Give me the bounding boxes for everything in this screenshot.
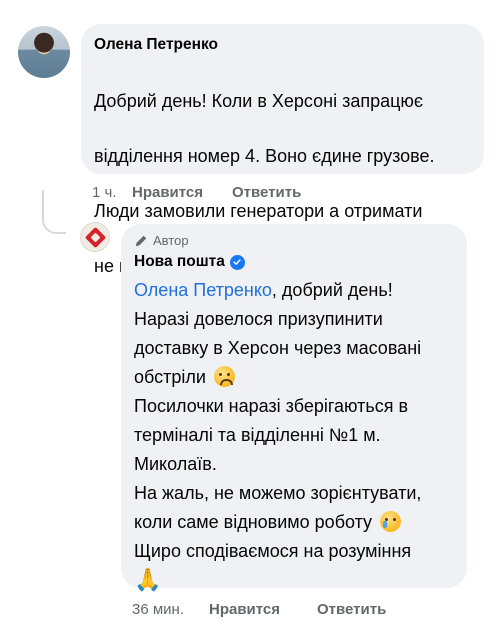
author-badge: Автор xyxy=(134,233,454,249)
reply-author-row: Нова пошта xyxy=(134,252,454,272)
reply-line: Наразі довелося призупинити xyxy=(134,309,383,329)
reply-line: Посилочки наразі зберігаються в xyxy=(134,396,409,416)
comment-bubble: Олена Петренко Добрий день! Коли в Херсо… xyxy=(81,24,484,276)
avatar[interactable] xyxy=(18,26,70,78)
reply-actions: 36 мин. Нравится Ответить xyxy=(132,600,386,620)
mention-link[interactable]: Олена Петренко xyxy=(134,280,272,300)
reply-line: На жаль, не можемо зорієнтувати, xyxy=(134,483,422,503)
disappointed-face-icon xyxy=(213,366,235,387)
reply-line-with-emoji: коли саме відновимо роботу xyxy=(134,508,454,537)
nova-poshta-logo-icon xyxy=(84,226,107,249)
verified-badge-icon xyxy=(229,254,245,270)
avatar[interactable] xyxy=(80,222,110,252)
reply-line-first: Олена Петренко, добрий день! xyxy=(134,276,454,305)
reply-line: Щиро сподіваємося на розуміння xyxy=(134,541,412,561)
reply-author[interactable]: Нова пошта xyxy=(134,252,225,272)
pen-icon xyxy=(135,235,147,247)
reply-line: обстріли xyxy=(134,367,206,387)
like-button[interactable]: Нравится xyxy=(132,183,232,203)
reply-line: Миколаїв. xyxy=(134,454,217,474)
reply-line: терміналі та відділенні №1 м. xyxy=(134,425,381,445)
reply-line: коли саме відновимо роботу xyxy=(134,512,373,532)
like-button[interactable]: Нравится xyxy=(209,600,317,620)
reply-text: Олена Петренко, добрий день! Наразі дове… xyxy=(134,276,454,596)
reply-line: доставку в Херсон через масовані xyxy=(134,338,422,358)
comment-line: відділення номер 4. Воно єдине грузове. xyxy=(94,145,435,166)
comment-author[interactable]: Олена Петренко xyxy=(94,35,471,55)
reply-line: , добрий день! xyxy=(271,280,393,300)
reply-bubble: Автор Нова пошта Олена Петренко, добрий … xyxy=(121,224,467,593)
reply-line-with-emoji: обстріли xyxy=(134,363,454,392)
comment-actions: 1 ч. Нравится Ответить xyxy=(92,183,301,203)
reply-button[interactable]: Ответить xyxy=(232,183,301,203)
crying-face-icon xyxy=(380,511,402,532)
reply-timestamp[interactable]: 36 мин. xyxy=(132,600,209,620)
reply-button[interactable]: Ответить xyxy=(317,600,386,620)
comment-timestamp[interactable]: 1 ч. xyxy=(92,183,132,203)
author-badge-label: Автор xyxy=(153,233,189,248)
folded-hands-icon: 🙏 xyxy=(134,568,162,593)
thread-connector xyxy=(42,214,66,234)
comment-line: Добрий день! Коли в Херсоні запрацює xyxy=(94,90,424,111)
